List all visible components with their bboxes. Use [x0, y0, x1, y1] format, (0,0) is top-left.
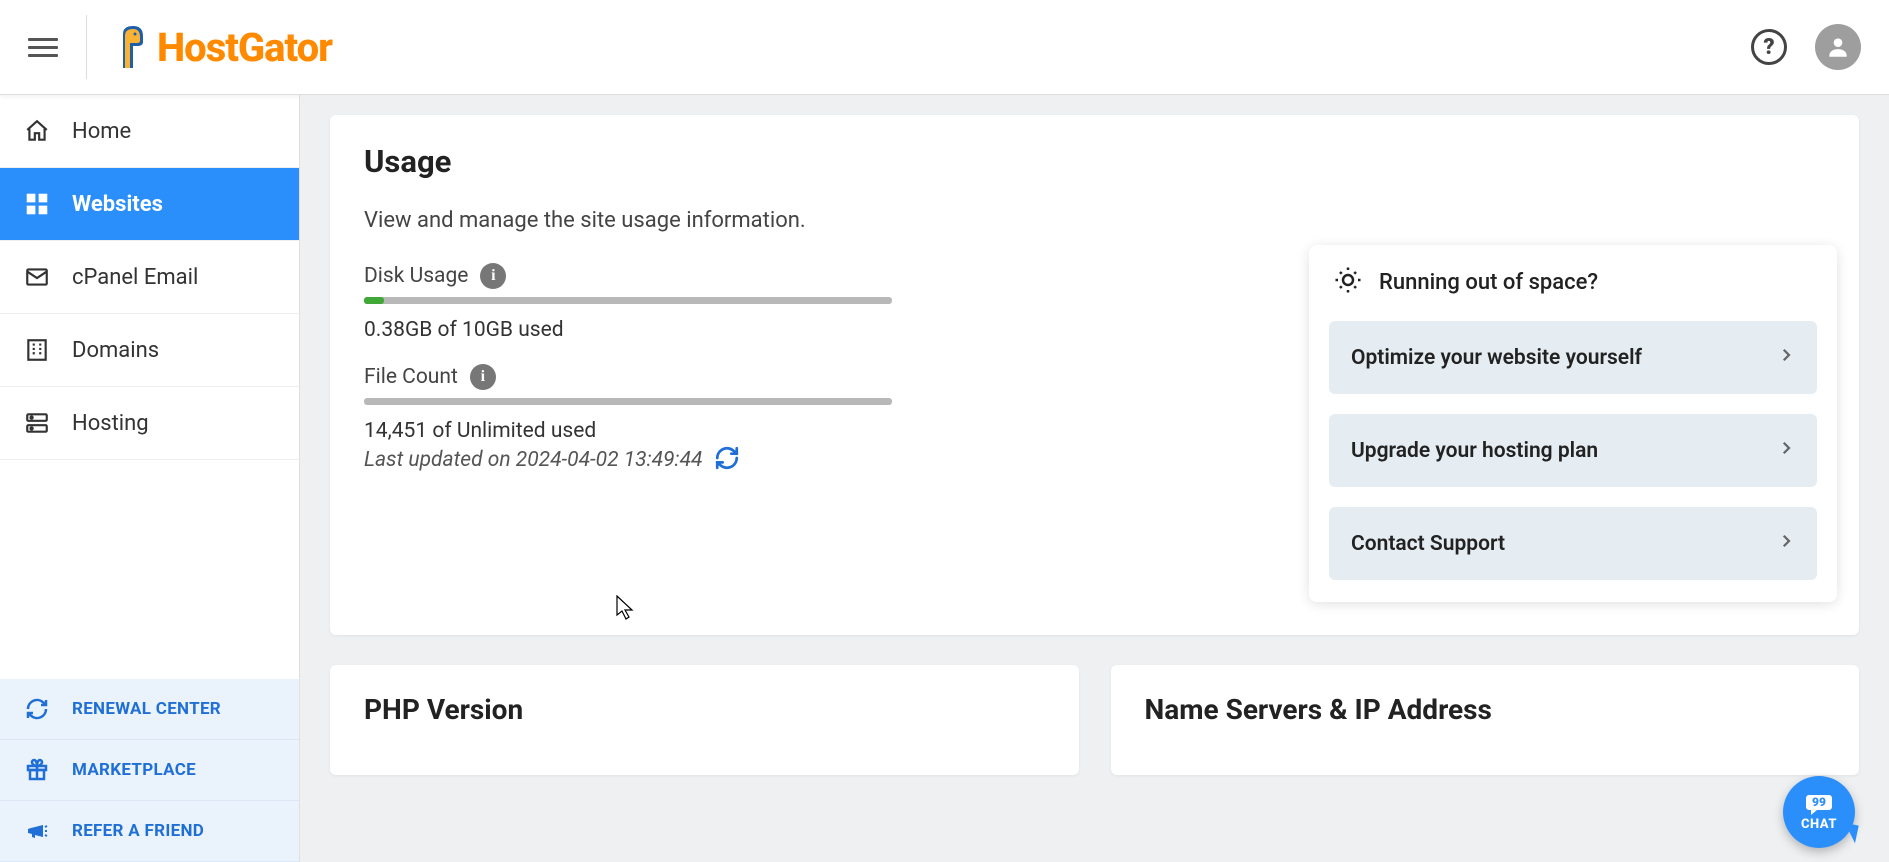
tip-title: Running out of space?: [1379, 270, 1598, 295]
lightbulb-icon: [1333, 265, 1363, 299]
tip-upgrade-button[interactable]: Upgrade your hosting plan: [1329, 414, 1817, 487]
brand-name: HostGator: [157, 24, 332, 71]
disk-usage-value: 0.38GB of 10GB used: [364, 318, 1004, 342]
usage-title: Usage: [364, 143, 1004, 180]
user-avatar[interactable]: [1815, 24, 1861, 70]
tip-button-label: Contact Support: [1351, 532, 1505, 556]
sidebar-item-label: MARKETPLACE: [72, 760, 196, 780]
disk-usage-progress: [364, 297, 892, 304]
top-header: HostGator ?: [0, 0, 1889, 95]
tip-button-label: Upgrade your hosting plan: [1351, 439, 1598, 463]
main-content: Usage View and manage the site usage inf…: [300, 95, 1889, 862]
info-icon[interactable]: i: [470, 364, 496, 390]
sidebar-item-cpanel-email[interactable]: cPanel Email: [0, 241, 299, 314]
last-updated-text: Last updated on 2024-04-02 13:49:44: [364, 448, 702, 472]
hamburger-menu-button[interactable]: [28, 32, 58, 62]
header-divider: [86, 15, 87, 79]
file-count-value: 14,451 of Unlimited used: [364, 419, 1004, 443]
chat-label: CHAT: [1801, 817, 1837, 832]
chevron-right-icon: [1777, 439, 1795, 463]
sidebar-item-label: Home: [72, 119, 131, 144]
chevron-right-icon: [1777, 532, 1795, 556]
php-version-card: PHP Version: [330, 665, 1079, 775]
sidebar-item-home[interactable]: Home: [0, 95, 299, 168]
file-count-progress: [364, 398, 892, 405]
mail-icon: [24, 264, 50, 290]
sidebar-item-renewal-center[interactable]: RENEWAL CENTER: [0, 679, 299, 740]
refresh-icon: [24, 697, 50, 721]
tip-button-label: Optimize your website yourself: [1351, 346, 1642, 370]
nameservers-card: Name Servers & IP Address: [1111, 665, 1860, 775]
person-icon: [1825, 34, 1851, 60]
svg-text:99: 99: [1812, 795, 1826, 809]
chat-icon: 99: [1805, 793, 1833, 815]
sidebar-item-label: Websites: [72, 192, 163, 217]
sidebar-item-label: Hosting: [72, 411, 149, 436]
refresh-icon[interactable]: [714, 445, 740, 475]
home-icon: [24, 118, 50, 144]
gator-icon: [115, 24, 151, 70]
sidebar-item-marketplace[interactable]: MARKETPLACE: [0, 740, 299, 801]
sidebar-item-domains[interactable]: Domains: [0, 314, 299, 387]
tip-support-button[interactable]: Contact Support: [1329, 507, 1817, 580]
info-icon[interactable]: i: [480, 263, 506, 289]
brand-logo[interactable]: HostGator: [115, 24, 332, 71]
dashboard-icon: [24, 191, 50, 217]
chat-button[interactable]: 99 CHAT: [1783, 776, 1855, 848]
file-count-label: File Count: [364, 365, 458, 389]
tip-optimize-button[interactable]: Optimize your website yourself: [1329, 321, 1817, 394]
disk-usage-label: Disk Usage: [364, 264, 468, 288]
sidebar-item-label: REFER A FRIEND: [72, 821, 204, 841]
usage-subtitle: View and manage the site usage informati…: [364, 208, 1004, 233]
help-icon[interactable]: ?: [1751, 29, 1787, 65]
sidebar: Home Websites cPanel Email Domains: [0, 95, 300, 862]
gift-icon: [24, 758, 50, 782]
php-version-title: PHP Version: [364, 693, 1045, 726]
sidebar-item-hosting[interactable]: Hosting: [0, 387, 299, 460]
building-icon: [24, 337, 50, 363]
megaphone-icon: [24, 819, 50, 843]
sidebar-item-label: RENEWAL CENTER: [72, 699, 221, 719]
sidebar-item-websites[interactable]: Websites: [0, 168, 299, 241]
server-icon: [24, 410, 50, 436]
nameservers-title: Name Servers & IP Address: [1145, 693, 1826, 726]
sidebar-item-refer-a-friend[interactable]: REFER A FRIEND: [0, 801, 299, 862]
chevron-right-icon: [1777, 346, 1795, 370]
sidebar-item-label: Domains: [72, 338, 159, 363]
sidebar-item-label: cPanel Email: [72, 265, 198, 290]
tip-panel: Running out of space? Optimize your webs…: [1309, 245, 1837, 602]
usage-card: Usage View and manage the site usage inf…: [330, 115, 1859, 635]
